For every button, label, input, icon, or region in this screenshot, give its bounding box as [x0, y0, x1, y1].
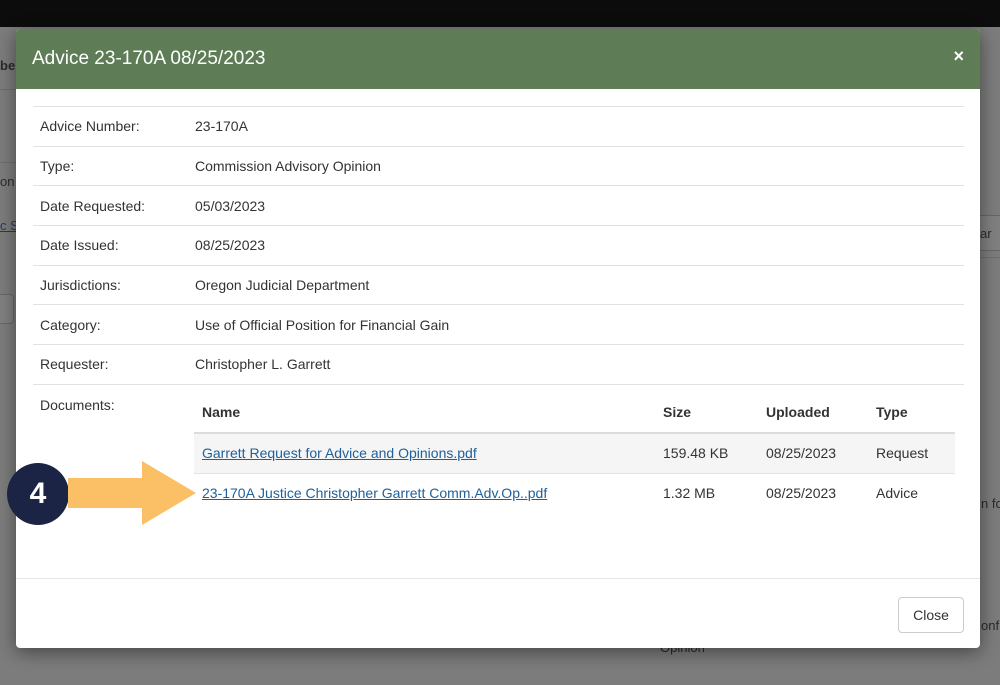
background-text-fragment: ar — [980, 226, 992, 241]
background-text-fragment: on — [0, 174, 15, 189]
detail-value: Oregon Judicial Department — [187, 264, 964, 305]
background-divider — [0, 162, 16, 163]
documents-header-row: Name Size Uploaded Type — [194, 391, 955, 434]
detail-value: Commission Advisory Opinion — [187, 145, 964, 186]
document-size: 159.48 KB — [655, 432, 758, 473]
detail-label: Category: — [33, 304, 187, 345]
close-button[interactable]: Close — [898, 597, 964, 633]
document-row: Garrett Request for Advice and Opinions.… — [194, 432, 955, 473]
detail-row: Date Issued: 08/25/2023 — [33, 225, 964, 266]
document-uploaded: 08/25/2023 — [758, 432, 868, 473]
detail-value: Use of Official Position for Financial G… — [187, 304, 964, 345]
document-name-cell: 23-170A Justice Christopher Garrett Comm… — [194, 472, 655, 513]
advice-modal: Advice 23-170A 08/25/2023 × Advice Numbe… — [16, 29, 980, 648]
detail-value: 08/25/2023 — [187, 225, 964, 266]
background-top-bar — [0, 0, 1000, 27]
background-divider — [980, 257, 1000, 258]
column-header-uploaded[interactable]: Uploaded — [758, 391, 868, 434]
background-divider — [0, 89, 16, 90]
background-dropdown[interactable] — [0, 294, 14, 324]
background-text-fragment: onfli — [981, 618, 1000, 633]
documents-table: Name Size Uploaded Type Garrett Request … — [194, 391, 955, 513]
arrow-shape — [68, 461, 196, 525]
detail-label: Advice Number: — [33, 106, 187, 147]
document-row: 23-170A Justice Christopher Garrett Comm… — [194, 472, 955, 513]
modal-title: Advice 23-170A 08/25/2023 — [32, 48, 266, 69]
document-size: 1.32 MB — [655, 472, 758, 513]
detail-label: Jurisdictions: — [33, 264, 187, 305]
detail-row: Jurisdictions: Oregon Judicial Departmen… — [33, 264, 964, 305]
close-icon[interactable]: × — [953, 46, 964, 67]
modal-footer: Close — [16, 578, 980, 648]
column-header-type[interactable]: Type — [868, 391, 955, 434]
column-header-size[interactable]: Size — [655, 391, 758, 434]
pointer-arrow-icon — [68, 461, 196, 525]
document-name-cell: Garrett Request for Advice and Opinions.… — [194, 432, 655, 473]
detail-value: 23-170A — [187, 106, 964, 147]
modal-header: Advice 23-170A 08/25/2023 × — [16, 29, 980, 89]
document-type: Request — [868, 432, 955, 473]
background-text-fragment: be — [0, 58, 16, 73]
detail-label: Date Issued: — [33, 225, 187, 266]
detail-label: Date Requested: — [33, 185, 187, 226]
document-link[interactable]: Garrett Request for Advice and Opinions.… — [202, 445, 477, 461]
detail-row: Category: Use of Official Position for F… — [33, 304, 964, 345]
detail-row: Date Requested: 05/03/2023 — [33, 185, 964, 226]
detail-row: Advice Number: 23-170A — [33, 106, 964, 147]
document-type: Advice — [868, 472, 955, 513]
background-text-fragment: n fo — [981, 496, 1000, 511]
column-header-name[interactable]: Name — [194, 391, 655, 434]
detail-label: Type: — [33, 145, 187, 186]
document-link[interactable]: 23-170A Justice Christopher Garrett Comm… — [202, 485, 547, 501]
document-uploaded: 08/25/2023 — [758, 472, 868, 513]
detail-label: Requester: — [33, 344, 187, 385]
detail-row: Type: Commission Advisory Opinion — [33, 145, 964, 186]
step-number-badge: 4 — [7, 463, 69, 525]
detail-value: Christopher L. Garrett — [187, 344, 964, 385]
detail-value: 05/03/2023 — [187, 185, 964, 226]
detail-row: Requester: Christopher L. Garrett — [33, 344, 964, 385]
